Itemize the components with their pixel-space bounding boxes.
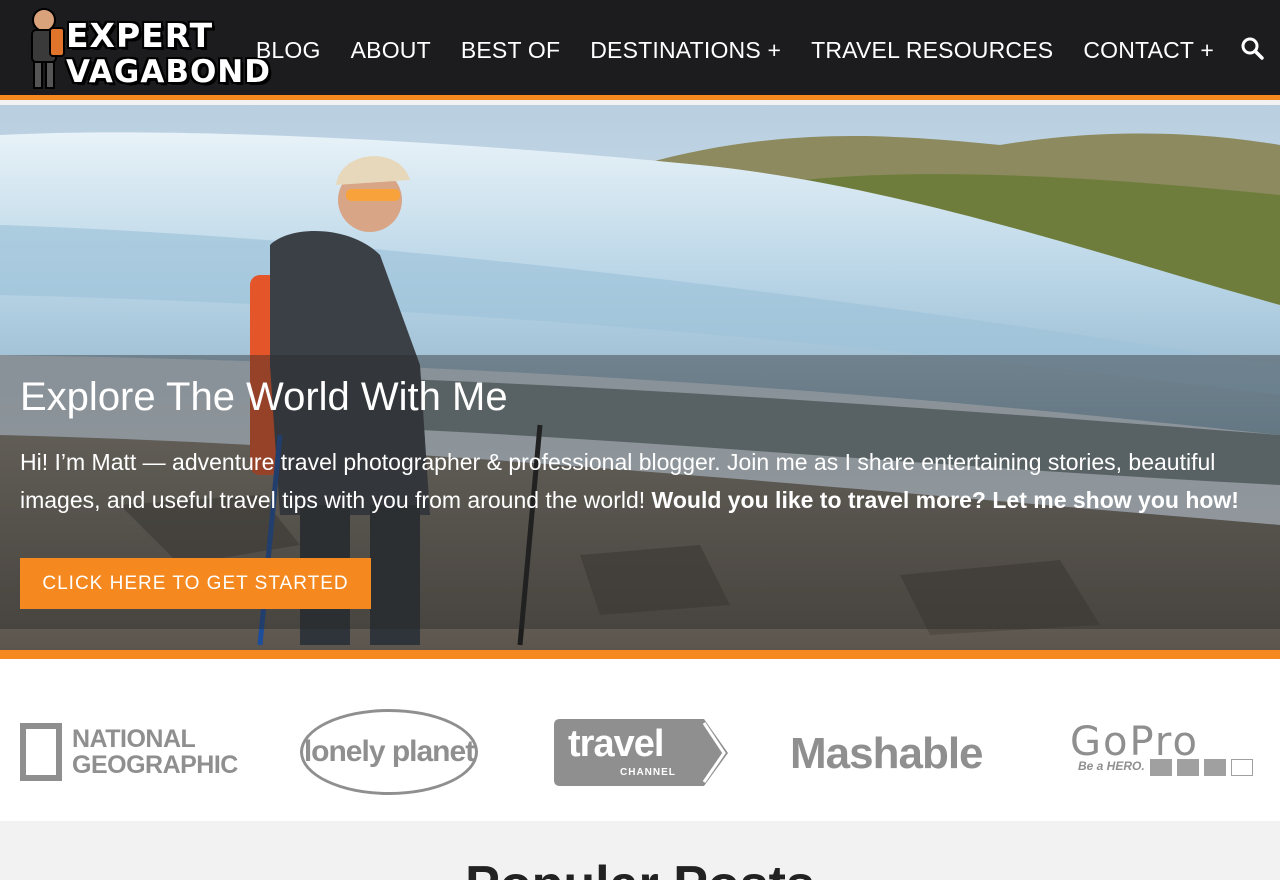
- popular-posts-title: Popular Posts: [0, 855, 1280, 880]
- main-nav: BLOG ABOUT BEST OF DESTINATIONS + TRAVEL…: [256, 0, 1214, 100]
- hero-bold-text: Would you like to travel more? Let me sh…: [651, 487, 1239, 513]
- nav-destinations[interactable]: DESTINATIONS +: [590, 37, 781, 64]
- site-logo[interactable]: EXPERT VAGABOND: [22, 6, 270, 94]
- gopro-square-icon: [1231, 759, 1253, 776]
- nav-best-of[interactable]: BEST OF: [461, 37, 560, 64]
- gopro-square-icon: [1150, 759, 1172, 776]
- logo-line-2: VAGABOND: [66, 54, 271, 90]
- nav-about[interactable]: ABOUT: [351, 37, 431, 64]
- national-geographic-logo[interactable]: NATIONAL GEOGRAPHIC: [20, 721, 238, 783]
- nav-contact[interactable]: CONTACT +: [1083, 37, 1214, 64]
- hero-description: Hi! I’m Matt — adventure travel photogra…: [20, 443, 1250, 519]
- site-header: EXPERT VAGABOND BLOG ABOUT BEST OF DESTI…: [0, 0, 1280, 100]
- lonely-planet-text: lonely planet: [303, 735, 475, 768]
- mascot-icon: [31, 8, 65, 89]
- accent-divider: [0, 650, 1280, 659]
- mashable-logo[interactable]: Mashable: [790, 729, 984, 779]
- nav-blog[interactable]: BLOG: [256, 37, 321, 64]
- natgeo-frame-icon: [20, 723, 62, 781]
- travel-text: travel: [568, 723, 664, 765]
- gopro-logo[interactable]: GoPro Be a HERO.: [1070, 719, 1260, 781]
- hero-section: Explore The World With Me Hi! I’m Matt —…: [0, 105, 1280, 650]
- search-icon[interactable]: [1240, 36, 1266, 62]
- travel-channel-logo[interactable]: travel CHANNEL: [554, 719, 728, 786]
- gopro-square-icon: [1204, 759, 1226, 776]
- nav-travel-resources[interactable]: TRAVEL RESOURCES: [811, 37, 1053, 64]
- lonely-planet-logo[interactable]: lonely planet: [300, 709, 478, 795]
- natgeo-line-1: NATIONAL: [72, 725, 196, 753]
- gopro-tagline: Be a HERO.: [1078, 759, 1145, 773]
- popular-posts-section: Popular Posts: [0, 821, 1280, 880]
- natgeo-line-2: GEOGRAPHIC: [72, 751, 238, 779]
- gopro-square-icon: [1177, 759, 1199, 776]
- press-logos-bar: NATIONAL GEOGRAPHIC lonely planet travel…: [0, 659, 1280, 821]
- channel-text: CHANNEL: [620, 767, 676, 778]
- logo-line-1: EXPERT: [66, 16, 214, 55]
- hero-title: Explore The World With Me: [20, 375, 508, 419]
- get-started-button[interactable]: CLICK HERE TO GET STARTED: [20, 558, 371, 609]
